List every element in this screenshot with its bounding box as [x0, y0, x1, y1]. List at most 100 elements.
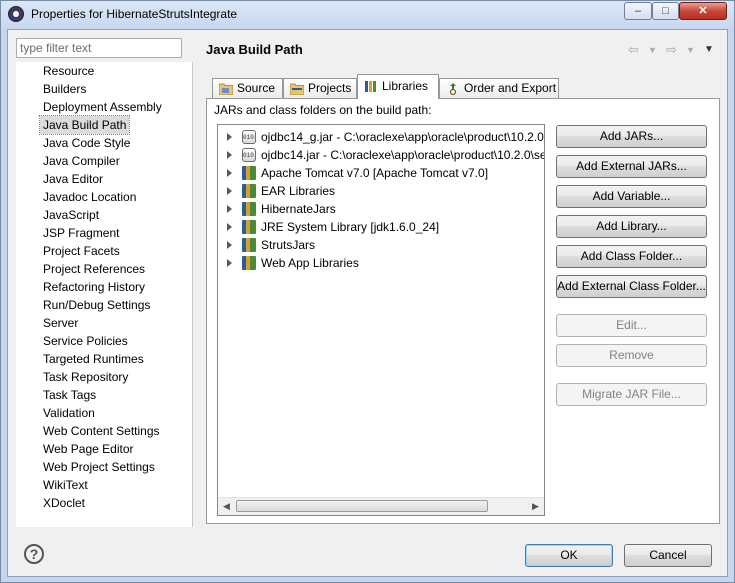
eclipse-app-icon — [8, 6, 24, 22]
maximize-button[interactable]: □ — [652, 2, 679, 20]
nav-item-targeted-runtimes[interactable]: Targeted Runtimes — [40, 350, 147, 368]
add-jars-button[interactable]: Add JARs... — [556, 125, 707, 148]
nav-item-validation[interactable]: Validation — [40, 404, 98, 422]
projects-icon — [290, 83, 304, 95]
filter-input[interactable] — [16, 38, 182, 58]
expand-arrow-icon[interactable] — [227, 187, 232, 195]
libraries-tree: ojdbc14_g.jar - C:\oraclexe\app\oracle\p… — [217, 124, 545, 516]
minimize-icon: – — [634, 5, 642, 17]
library-entry[interactable]: JRE System Library [jdk1.6.0_24] — [218, 218, 544, 236]
expand-arrow-icon[interactable] — [227, 151, 232, 159]
migrate-jar-button[interactable]: Migrate JAR File... — [556, 383, 707, 406]
add-library-button[interactable]: Add Library... — [556, 215, 707, 238]
library-entry-label: JRE System Library [jdk1.6.0_24] — [261, 220, 440, 234]
libraries-panel: JARs and class folders on the build path… — [206, 98, 720, 524]
library-entry-label: Web App Libraries — [261, 256, 359, 270]
dialog-client: Resource Builders Deployment Assembly Ja… — [7, 29, 728, 577]
nav-item-task-repository[interactable]: Task Repository — [40, 368, 131, 386]
horizontal-scrollbar[interactable]: ◀ ▶ — [218, 497, 544, 515]
nav-item-server[interactable]: Server — [40, 314, 81, 332]
expand-arrow-icon[interactable] — [227, 241, 232, 249]
nav-item-java-editor[interactable]: Java Editor — [40, 170, 106, 188]
maximize-icon: □ — [662, 5, 669, 17]
libraries-icon — [365, 81, 376, 92]
nav-item-web-page-editor[interactable]: Web Page Editor — [40, 440, 137, 458]
source-folder-icon — [219, 83, 233, 95]
library-entry[interactable]: ojdbc14_g.jar - C:\oraclexe\app\oracle\p… — [218, 128, 544, 146]
nav-item-java-code-style[interactable]: Java Code Style — [40, 134, 133, 152]
help-icon[interactable]: ? — [24, 544, 44, 564]
library-entry-label: Apache Tomcat v7.0 [Apache Tomcat v7.0] — [261, 166, 489, 180]
view-menu-icon[interactable]: ▼ — [704, 44, 714, 55]
back-menu-chevron-icon[interactable]: ▼ — [648, 45, 657, 55]
nav-item-project-facets[interactable]: Project Facets — [40, 242, 123, 260]
nav-item-run-debug-settings[interactable]: Run/Debug Settings — [40, 296, 153, 314]
nav-item-web-content-settings[interactable]: Web Content Settings — [40, 422, 163, 440]
nav-item-builders[interactable]: Builders — [40, 80, 89, 98]
tab-label: Libraries — [382, 79, 429, 93]
properties-window: Properties for HibernateStrutsIntegrate … — [0, 0, 735, 583]
nav-item-jsp-fragment[interactable]: JSP Fragment — [40, 224, 122, 242]
tab-order-and-export[interactable]: Order and Export — [439, 78, 559, 98]
nav-item-refactoring-history[interactable]: Refactoring History — [40, 278, 148, 296]
library-entry-label: EAR Libraries — [261, 184, 336, 198]
back-arrow-icon[interactable]: ⇦ — [628, 42, 639, 58]
nav-item-java-compiler[interactable]: Java Compiler — [40, 152, 123, 170]
library-entry[interactable]: EAR Libraries — [218, 182, 544, 200]
page-history-nav: ⇦ ▼ ⇨ ▼ ▼ — [628, 42, 718, 58]
nav-item-web-project-settings[interactable]: Web Project Settings — [40, 458, 158, 476]
add-variable-button[interactable]: Add Variable... — [556, 185, 707, 208]
tab-projects[interactable]: Projects — [283, 78, 357, 98]
library-icon — [242, 220, 256, 234]
remove-button[interactable]: Remove — [556, 344, 707, 367]
library-entry[interactable]: HibernateJars — [218, 200, 544, 218]
scroll-right-icon[interactable]: ▶ — [527, 498, 544, 515]
nav-item-project-references[interactable]: Project References — [40, 260, 148, 278]
jar-icon — [242, 130, 256, 144]
expand-arrow-icon[interactable] — [227, 205, 232, 213]
cancel-button[interactable]: Cancel — [624, 544, 712, 567]
nav-item-deployment-assembly[interactable]: Deployment Assembly — [40, 98, 165, 116]
expand-arrow-icon[interactable] — [227, 259, 232, 267]
nav-item-wikitext[interactable]: WikiText — [40, 476, 91, 494]
forward-menu-chevron-icon[interactable]: ▼ — [686, 45, 695, 55]
library-entry[interactable]: StrutsJars — [218, 236, 544, 254]
close-button[interactable]: ✕ — [679, 2, 727, 20]
library-icon — [242, 202, 256, 216]
edit-button[interactable]: Edit... — [556, 314, 707, 337]
window-title: Properties for HibernateStrutsIntegrate — [31, 7, 238, 21]
expand-arrow-icon[interactable] — [227, 223, 232, 231]
build-path-label: JARs and class folders on the build path… — [214, 103, 432, 117]
scroll-left-icon[interactable]: ◀ — [218, 498, 235, 515]
nav-item-javadoc-location[interactable]: Javadoc Location — [40, 188, 139, 206]
order-export-icon — [449, 83, 457, 95]
library-entry-label: HibernateJars — [261, 202, 336, 216]
library-entry-label: StrutsJars — [261, 238, 316, 252]
expand-arrow-icon[interactable] — [227, 169, 232, 177]
add-class-folder-button[interactable]: Add Class Folder... — [556, 245, 707, 268]
library-entry[interactable]: Web App Libraries — [218, 254, 544, 272]
tab-libraries[interactable]: Libraries — [357, 74, 439, 99]
nav-item-service-policies[interactable]: Service Policies — [40, 332, 131, 350]
ok-button[interactable]: OK — [525, 544, 613, 567]
title-bar[interactable]: Properties for HibernateStrutsIntegrate … — [1, 1, 734, 29]
library-entry-label: ojdbc14.jar - C:\oraclexe\app\oracle\pro… — [261, 148, 545, 162]
forward-arrow-icon[interactable]: ⇨ — [666, 42, 677, 58]
page-title: Java Build Path — [206, 42, 303, 57]
properties-nav-tree: Resource Builders Deployment Assembly Ja… — [16, 62, 193, 527]
add-external-jars-button[interactable]: Add External JARs... — [556, 155, 707, 178]
add-external-class-folder-button[interactable]: Add External Class Folder... — [556, 275, 707, 298]
tab-label: Source — [237, 81, 276, 95]
tab-source[interactable]: Source — [212, 78, 283, 98]
library-icon — [242, 238, 256, 252]
minimize-button[interactable]: – — [624, 2, 652, 20]
nav-item-java-build-path[interactable]: Java Build Path — [38, 115, 131, 135]
nav-item-javascript[interactable]: JavaScript — [40, 206, 102, 224]
library-entry[interactable]: ojdbc14.jar - C:\oraclexe\app\oracle\pro… — [218, 146, 544, 164]
nav-item-resource[interactable]: Resource — [40, 62, 97, 80]
nav-item-xdoclet[interactable]: XDoclet — [40, 494, 88, 512]
nav-item-task-tags[interactable]: Task Tags — [40, 386, 99, 404]
scrollbar-thumb[interactable] — [236, 500, 488, 512]
expand-arrow-icon[interactable] — [227, 133, 232, 141]
library-entry[interactable]: Apache Tomcat v7.0 [Apache Tomcat v7.0] — [218, 164, 544, 182]
